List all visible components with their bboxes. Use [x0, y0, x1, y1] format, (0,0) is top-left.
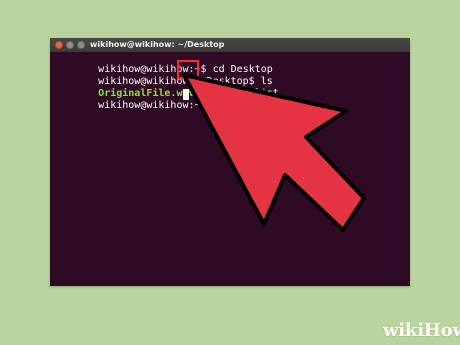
terminal-line: wikihow@wikihow:~$ cd Desktop — [50, 52, 273, 75]
terminal-output-line: OriginalFile.wmv sources.list — [50, 76, 279, 99]
page-background: wikihow@wikihow: ~/Desktop wikihow@wikih… — [0, 0, 460, 345]
terminal-output[interactable]: wikihow@wikihow:~$ cd Desktop wikihow@wi… — [50, 52, 410, 286]
window-title: wikihow@wikihow: ~/Desktop — [90, 40, 225, 49]
close-icon[interactable] — [55, 41, 63, 49]
command-highlight-box — [177, 60, 199, 79]
command-text — [255, 100, 261, 111]
text-cursor — [183, 89, 189, 100]
wikihow-logo: wikiHow — [383, 320, 460, 341]
maximize-icon[interactable] — [77, 41, 85, 49]
terminal-line: wikihow@wikihow:~/Desktop$ ls — [50, 64, 273, 87]
minimize-icon[interactable] — [66, 41, 74, 49]
terminal-line: wikihow@wikihow:~/Desktop$ — [50, 88, 261, 111]
terminal-window: wikihow@wikihow: ~/Desktop wikihow@wikih… — [50, 38, 410, 286]
prompt: wikihow@wikihow:~/Desktop$ — [98, 100, 255, 111]
window-titlebar[interactable]: wikihow@wikihow: ~/Desktop — [50, 38, 410, 52]
